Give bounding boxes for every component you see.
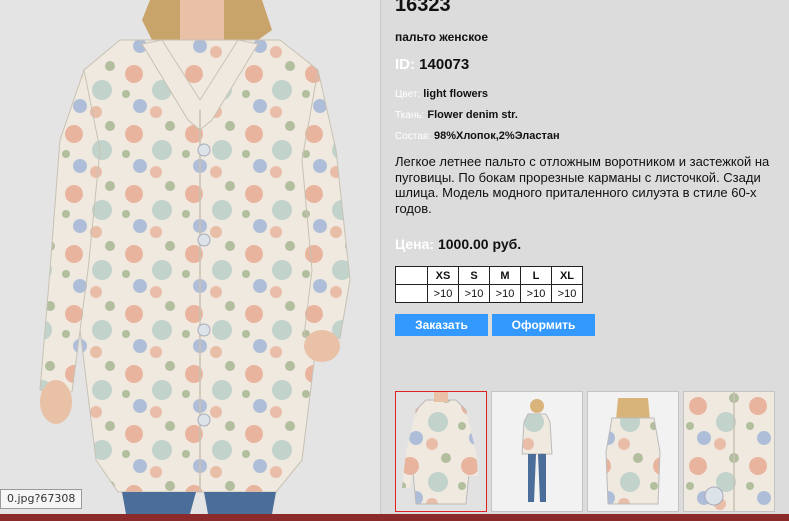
qty-cell: >10 (427, 284, 459, 303)
color-value: light flowers (423, 88, 489, 100)
product-id: ID: 140073 (395, 56, 469, 73)
size-cell[interactable]: L (520, 266, 552, 285)
size-qty-row: >10 >10 >10 >10 >10 (395, 284, 583, 303)
fabric-row: Ткань: Flower denim str. (395, 109, 518, 121)
size-header-row: XS S M L XL (395, 266, 583, 285)
id-label: ID: (395, 56, 415, 73)
thumbnail-1[interactable] (395, 391, 487, 512)
product-number: 16323 (395, 0, 451, 16)
price-label: Цена: (395, 236, 435, 252)
color-label: Цвет: (395, 89, 421, 100)
checkout-button[interactable]: Оформить (492, 314, 595, 336)
composition-label: Состав: (395, 131, 431, 142)
thumbnail-4[interactable] (683, 391, 775, 512)
qty-cell: >10 (520, 284, 552, 303)
product-info-panel: 16323 пальто женское ID: 140073 Цвет: li… (381, 0, 789, 514)
qty-corner-cell (395, 284, 428, 303)
order-button[interactable]: Заказать (395, 314, 488, 336)
main-product-photo[interactable] (0, 0, 381, 514)
product-type: пальто женское (395, 30, 489, 44)
size-cell[interactable]: XS (427, 266, 459, 285)
thumbnail-3[interactable] (587, 391, 679, 512)
size-cell[interactable]: M (489, 266, 521, 285)
color-row: Цвет: light flowers (395, 88, 488, 100)
thumbnail-image (684, 392, 774, 511)
fabric-label: Ткань: (395, 110, 425, 121)
bottom-bar (0, 514, 789, 521)
fabric-value: Flower denim str. (427, 109, 518, 121)
thumbnail-image (492, 392, 582, 511)
size-cell[interactable]: S (458, 266, 490, 285)
qty-cell: >10 (489, 284, 521, 303)
image-url-tooltip: 0.jpg?67308 (0, 489, 83, 509)
composition-value: 98%Хлопок,2%Эластан (433, 130, 560, 142)
size-cell[interactable]: XL (551, 266, 583, 285)
thumbnail-image (396, 392, 486, 511)
thumbnail-image (588, 392, 678, 511)
product-description: Легкое летнее пальто с отложным воротник… (395, 154, 770, 216)
qty-cell: >10 (458, 284, 490, 303)
thumbnail-2[interactable] (491, 391, 583, 512)
product-photo-image (0, 0, 380, 514)
size-corner-cell (395, 266, 428, 285)
price-row: Цена: 1000.00 руб. (395, 236, 521, 252)
composition-row: Состав: 98%Хлопок,2%Эластан (395, 130, 560, 142)
id-value: 140073 (419, 56, 470, 73)
qty-cell: >10 (551, 284, 583, 303)
price-value: 1000.00 руб. (437, 236, 522, 252)
size-table: XS S M L XL >10 >10 >10 >10 >10 (395, 266, 583, 303)
